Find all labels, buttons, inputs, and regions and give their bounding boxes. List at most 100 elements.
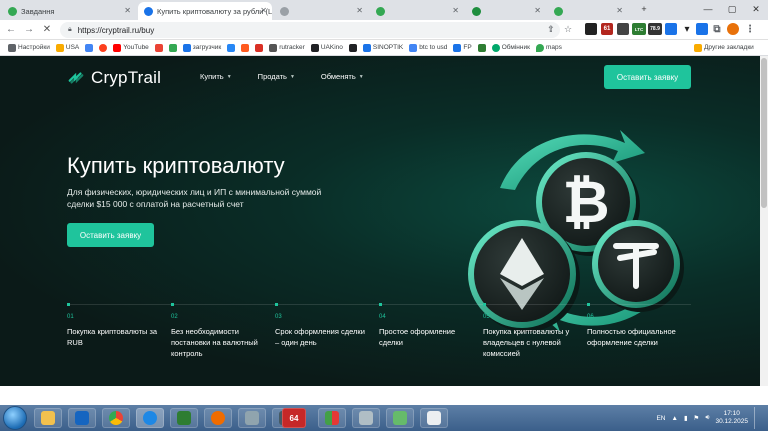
hero-title: Купить криптовалюту: [67, 153, 285, 178]
menu-buy[interactable]: Купить ▼: [200, 72, 232, 81]
page-icon: [472, 6, 481, 16]
tray-expand-icon[interactable]: ▲: [672, 415, 678, 422]
settings-icon: [8, 43, 16, 52]
download-icon: [182, 43, 191, 52]
menu-exchange[interactable]: Обменять ▼: [321, 72, 364, 81]
hero-request-button[interactable]: Оставить заявку: [67, 223, 154, 247]
extension-icon[interactable]: [617, 23, 629, 35]
forward-arrow-icon[interactable]: →: [22, 23, 36, 37]
taskbar-app[interactable]: [238, 408, 266, 428]
maps-pin-icon: [535, 43, 544, 52]
tab-3[interactable]: ✕: [274, 2, 368, 20]
bookmark-obminnyk[interactable]: Обмінник: [491, 43, 530, 52]
ltc-value-extension[interactable]: 78.9: [648, 23, 662, 35]
close-tab-icon[interactable]: ✕: [260, 6, 267, 15]
extension-icon[interactable]: [665, 23, 677, 35]
toolbar: ← → ✕ 🔒︎ https://cryptrail.ru/buy ⇪ ☆ 61…: [0, 20, 768, 40]
tab-6[interactable]: ✕: [548, 2, 628, 20]
bookmark-youtube[interactable]: YouTube: [113, 43, 149, 52]
app-icon: [325, 411, 339, 425]
bookmark-fp[interactable]: FP: [453, 43, 472, 52]
bookmark-star-icon[interactable]: ☆: [562, 23, 574, 35]
bookmark-usa[interactable]: USA: [55, 43, 79, 52]
taskbar-app[interactable]: [386, 408, 414, 428]
weather-icon: [362, 43, 371, 52]
close-tab-icon[interactable]: ✕: [534, 6, 541, 15]
bookmark-sheets[interactable]: [168, 43, 177, 52]
header-request-button[interactable]: Оставить заявку: [604, 65, 691, 89]
rutracker-icon: [269, 43, 278, 52]
bookmark-red[interactable]: [255, 43, 264, 52]
taskbar-explorer[interactable]: [34, 408, 62, 428]
taskbar-app[interactable]: [352, 408, 380, 428]
show-desktop-button[interactable]: [754, 407, 762, 429]
news-extension-icon[interactable]: 61: [601, 23, 613, 35]
kebab-menu-icon[interactable]: ⋮: [744, 23, 756, 35]
gmail-icon: [154, 43, 163, 52]
tab-5[interactable]: ✕: [466, 2, 546, 20]
volume-icon[interactable]: 🔊︎: [705, 414, 709, 422]
extension-icon[interactable]: ▾: [681, 23, 693, 35]
exchange-icon: [491, 43, 500, 52]
back-arrow-icon[interactable]: ←: [4, 23, 18, 37]
close-window-button[interactable]: ✕: [744, 0, 768, 18]
bookmark-dark[interactable]: [348, 43, 357, 52]
taskbar-ie[interactable]: [136, 408, 164, 428]
taskbar-app[interactable]: [170, 408, 198, 428]
tab-cryptrail[interactable]: Купить криптовалюту за рубли (L ✕: [138, 2, 272, 20]
extension-icon[interactable]: [696, 23, 708, 35]
bookmark-rutracker[interactable]: rutracker: [269, 43, 305, 52]
minimize-button[interactable]: —: [696, 0, 720, 18]
extensions-puzzle-icon[interactable]: ⧉: [711, 23, 723, 35]
bookmark-settings[interactable]: Настройки: [8, 43, 50, 52]
bookmark-f[interactable]: [241, 43, 250, 52]
profile-avatar[interactable]: [727, 23, 739, 35]
close-tab-icon[interactable]: ✕: [616, 6, 623, 15]
start-button[interactable]: [3, 406, 27, 430]
bookmark-sinoptik[interactable]: SINOPTIK: [362, 43, 403, 52]
taskbar-app[interactable]: [68, 408, 96, 428]
bookmark-uakino[interactable]: UAKino: [310, 43, 343, 52]
address-bar[interactable]: 🔒︎ https://cryptrail.ru/buy: [60, 22, 560, 38]
google-icon: [409, 43, 418, 52]
bookmark-vk[interactable]: [227, 43, 236, 52]
taskbar-app[interactable]: [318, 408, 346, 428]
ltc-price-extension[interactable]: LTC: [632, 23, 646, 35]
globe-icon: [143, 411, 157, 425]
stop-icon[interactable]: ✕: [40, 23, 54, 37]
site-logo[interactable]: CrypTrail: [67, 68, 161, 88]
share-icon[interactable]: ⇪: [545, 23, 557, 35]
flag-icon[interactable]: ⚑: [694, 414, 700, 422]
language-indicator[interactable]: EN: [656, 415, 665, 422]
bookmark-green[interactable]: [477, 43, 486, 52]
bookmark-gmail[interactable]: [154, 43, 163, 52]
other-bookmarks[interactable]: Другие закладки: [694, 43, 754, 52]
taskbar-aida64[interactable]: 64: [282, 408, 306, 428]
bookmark-btc-to-usd[interactable]: btc to usd: [409, 43, 447, 52]
folder-icon: [694, 43, 702, 52]
bookmark-google[interactable]: [85, 43, 94, 52]
maximize-button[interactable]: ▢: [720, 0, 744, 18]
bookmark-zagruzchik[interactable]: загрузчик: [182, 43, 221, 52]
bookmark-maps[interactable]: maps: [535, 43, 562, 52]
network-icon[interactable]: ▮: [684, 414, 688, 422]
page-scrollbar[interactable]: [760, 56, 768, 386]
tasks-icon: [8, 6, 17, 16]
chevron-down-icon: ▼: [358, 73, 364, 80]
close-tab-icon[interactable]: ✕: [452, 6, 459, 15]
tab-zavdannya[interactable]: Завдання ✕: [2, 2, 136, 20]
close-tab-icon[interactable]: ✕: [124, 6, 131, 15]
menu-sell[interactable]: Продать ▼: [258, 72, 295, 81]
new-tab-button[interactable]: +: [632, 0, 656, 18]
taskbar-app[interactable]: [420, 408, 448, 428]
close-tab-icon[interactable]: ✕: [356, 6, 363, 15]
sheets-icon: [168, 43, 177, 52]
taskbar-media[interactable]: [204, 408, 232, 428]
chrome-icon: [109, 411, 123, 425]
clock[interactable]: 17:10 30.12.2025: [715, 410, 748, 426]
scrollbar-thumb[interactable]: [761, 58, 767, 208]
bookmark-yandex[interactable]: [99, 43, 108, 52]
tab-4[interactable]: ✕: [370, 2, 464, 20]
extension-icon[interactable]: [585, 23, 597, 35]
taskbar-chrome[interactable]: [102, 408, 130, 428]
